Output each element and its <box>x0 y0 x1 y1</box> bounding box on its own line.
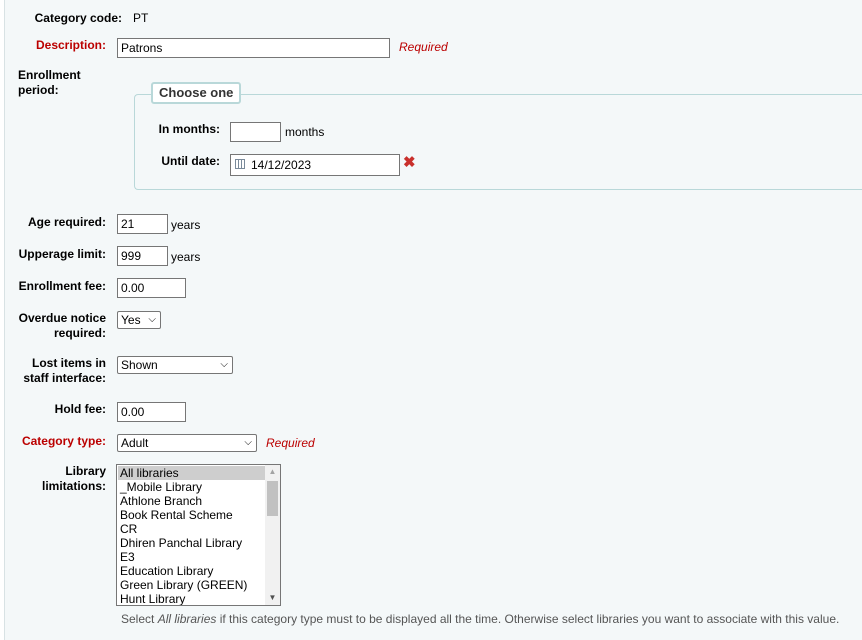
age-required-unit: years <box>171 218 201 232</box>
listbox-option[interactable]: Dhiren Panchal Library <box>118 536 267 550</box>
description-label: Description: <box>35 38 106 52</box>
overdue-notice-label-line1: Overdue notice <box>18 311 106 325</box>
until-date-input[interactable]: 14/12/2023 <box>230 154 400 176</box>
listbox-option[interactable]: Green Library (GREEN) <box>118 578 267 592</box>
category-code-label: Category code: <box>34 11 122 25</box>
category-type-select[interactable]: Adult ⌵ <box>117 434 257 452</box>
chevron-down-icon: ⌵ <box>148 314 156 325</box>
category-code-value: PT <box>133 11 149 25</box>
listbox-scrollbar[interactable]: ▲ ▼ <box>265 465 280 605</box>
age-required-input[interactable]: 21 <box>117 214 168 234</box>
upperage-limit-label: Upperage limit: <box>18 247 106 261</box>
enrollment-period-label: Enrollment period: <box>18 68 81 97</box>
enrollment-fee-label: Enrollment fee: <box>18 279 106 293</box>
until-date-value: 14/12/2023 <box>251 158 312 172</box>
listbox-option[interactable]: All libraries <box>118 466 267 480</box>
listbox-option[interactable]: CR <box>118 522 267 536</box>
chevron-down-icon: ⌵ <box>220 359 228 370</box>
upperage-limit-unit: years <box>171 250 201 264</box>
in-months-input[interactable] <box>230 122 281 142</box>
clear-date-icon[interactable]: ✖ <box>403 155 416 170</box>
age-required-label: Age required: <box>27 215 106 229</box>
choose-one-legend: Choose one <box>151 82 242 104</box>
library-limitations-listbox[interactable]: All libraries _Mobile Library Athlone Br… <box>116 464 281 606</box>
category-type-label: Category type: <box>21 434 106 448</box>
lost-items-label-line1: Lost items in <box>31 356 106 370</box>
overdue-notice-label: Overdue notice required: <box>10 311 106 341</box>
listbox-option[interactable]: Education Library <box>118 564 267 578</box>
hint-prefix: Select <box>121 612 158 626</box>
overdue-notice-label-line2: required: <box>53 326 106 340</box>
overdue-notice-value: Yes <box>121 313 141 327</box>
listbox-option[interactable]: _Mobile Library <box>118 480 267 494</box>
scrollbar-thumb[interactable] <box>267 481 278 516</box>
enrollment-fee-input[interactable]: 0.00 <box>117 278 186 298</box>
lost-items-label: Lost items in staff interface: <box>10 356 106 386</box>
library-limitations-hint: Select All libraries if this category ty… <box>121 612 839 627</box>
upperage-limit-input[interactable]: 999 <box>117 246 168 266</box>
lost-items-label-line2: staff interface: <box>23 371 106 385</box>
chevron-down-icon: ⌵ <box>244 437 252 448</box>
library-limitations-label: Library limitations: <box>10 464 106 494</box>
description-input[interactable]: Patrons <box>117 38 390 58</box>
library-limitations-label-line1: Library <box>65 464 106 478</box>
hold-fee-label: Hold fee: <box>54 402 106 416</box>
in-months-label: In months: <box>158 122 220 136</box>
listbox-option[interactable]: Book Rental Scheme <box>118 508 267 522</box>
calendar-icon[interactable] <box>235 159 245 169</box>
months-unit: months <box>285 125 325 139</box>
description-required-note: Required <box>399 40 448 54</box>
lost-items-value: Shown <box>121 358 158 372</box>
listbox-option[interactable]: Athlone Branch <box>118 494 267 508</box>
until-date-label: Until date: <box>161 154 220 168</box>
hint-suffix: if this category type must to be display… <box>216 612 840 626</box>
listbox-option[interactable]: Hunt Library <box>118 592 267 605</box>
lost-items-select[interactable]: Shown ⌵ <box>117 356 233 374</box>
library-limitations-label-line2: limitations: <box>41 479 106 493</box>
scroll-down-icon[interactable]: ▼ <box>265 591 280 605</box>
scroll-up-icon[interactable]: ▲ <box>265 465 280 479</box>
hold-fee-input[interactable]: 0.00 <box>117 402 186 422</box>
listbox-option[interactable]: E3 <box>118 550 267 564</box>
hint-emphasis: All libraries <box>157 612 217 626</box>
category-type-required-note: Required <box>266 436 315 450</box>
category-type-value: Adult <box>121 436 149 450</box>
overdue-notice-select[interactable]: Yes ⌵ <box>117 311 161 329</box>
